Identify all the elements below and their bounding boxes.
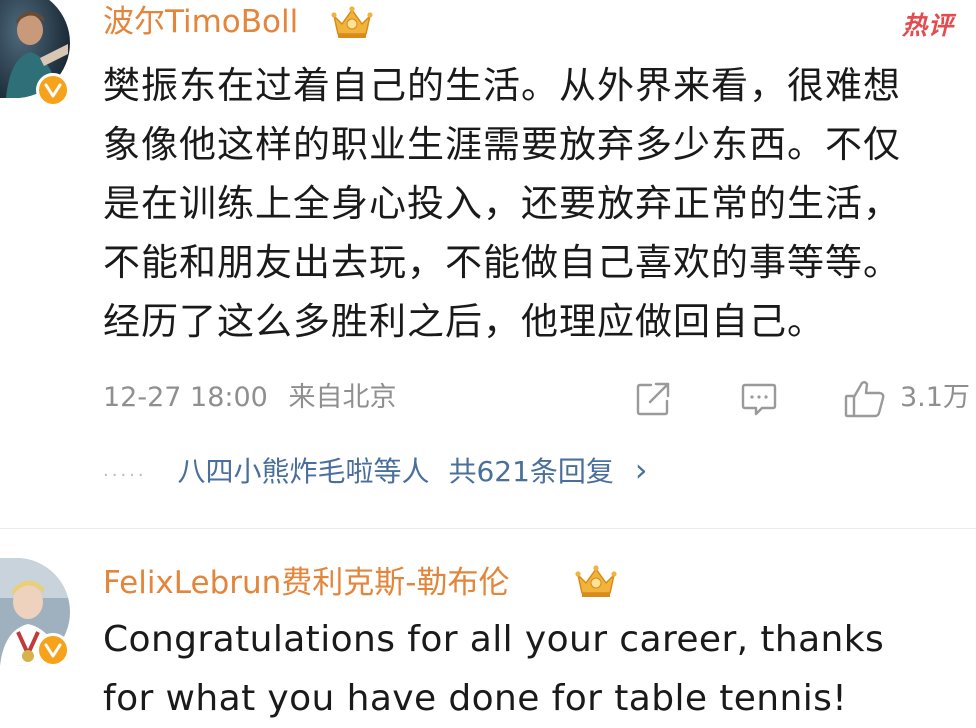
comment-icon[interactable] (740, 380, 778, 418)
chevron-right-icon: › (634, 451, 648, 489)
text-line: Congratulations for all your career, tha… (103, 619, 885, 660)
comment-meta: 12-27 18:00 来自北京 (103, 380, 396, 416)
replies-link[interactable]: ····· 八四小熊炸毛啦等人 共621条回复 › (103, 452, 648, 494)
like-count: 3.1万 (900, 382, 970, 413)
reply-count: 共621条回复 (448, 455, 614, 488)
text-line: 象像他这样的职业生涯需要放弃多少东西。不仅 (103, 123, 901, 166)
location-source: 来自北京 (288, 382, 397, 413)
text-line: 不能和朋友出去玩，不能做自己喜欢的事等等。 (103, 241, 901, 284)
divider (0, 528, 976, 529)
text-line: 经历了这么多胜利之后，他理应做回自己。 (103, 300, 825, 343)
verified-icon (36, 73, 70, 107)
text-line: 是在训练上全身心投入，还要放弃正常的生活， (103, 182, 901, 225)
comment-text: Congratulations for all your career, tha… (103, 610, 973, 728)
text-line: 樊振东在过着自己的生活。从外界来看，很难想 (103, 64, 901, 107)
replies-dots: ····· (103, 465, 147, 486)
crown-icon (574, 565, 618, 599)
crown-icon (330, 6, 374, 40)
username[interactable]: FelixLebrun费利克斯-勒布伦 (103, 563, 509, 603)
text-line: for what you have done for table tennis! (103, 678, 848, 719)
username[interactable]: 波尔TimoBoll (103, 2, 298, 42)
comment-item: 波尔TimoBoll 热评 樊振东在过着自己的生活。从外界来看，很难想 象像他这… (0, 0, 976, 520)
verified-icon (36, 633, 70, 667)
hot-comment-badge: 热评 (902, 11, 955, 40)
comment-item: FelixLebrun费利克斯-勒布伦 Congratulations for … (0, 540, 976, 726)
reply-users: 八四小熊炸毛啦等人 (177, 455, 430, 488)
comment-text: 樊振东在过着自己的生活。从外界来看，很难想 象像他这样的职业生涯需要放弃多少东西… (103, 56, 963, 351)
like-icon[interactable] (843, 378, 887, 420)
share-icon[interactable] (634, 380, 672, 418)
timestamp: 12-27 18:00 (103, 382, 268, 413)
